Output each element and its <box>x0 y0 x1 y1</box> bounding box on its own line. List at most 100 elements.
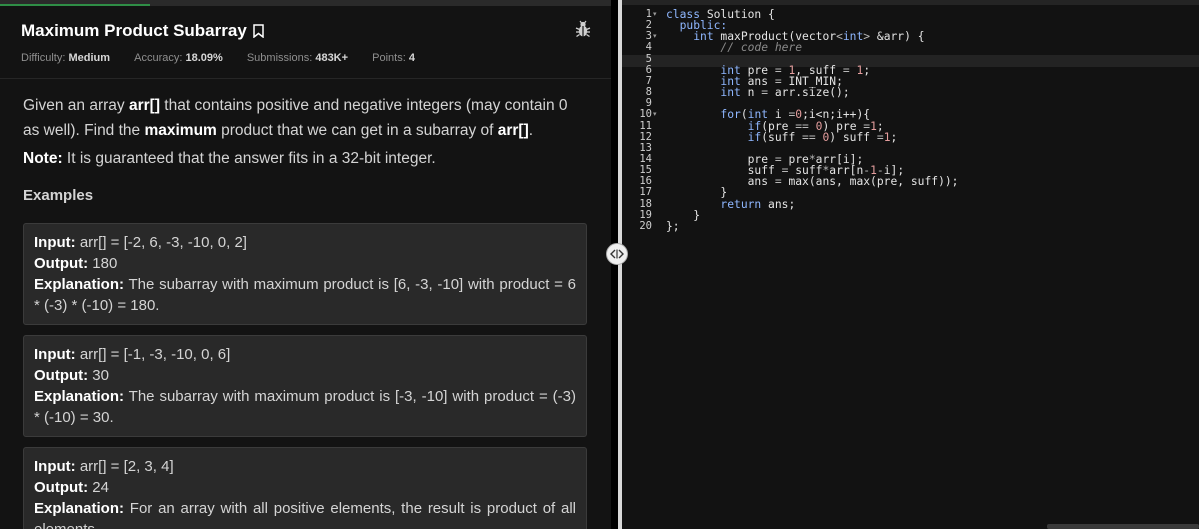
code-token: 1 <box>883 130 891 144</box>
explanation-label: Explanation: <box>34 276 125 293</box>
input-label: Input: <box>34 234 76 251</box>
meta-divider <box>0 78 611 79</box>
note-text: It is guaranteed that the answer fits in… <box>62 150 436 167</box>
points-label: Points: <box>372 52 406 64</box>
code-token: ; <box>863 63 871 77</box>
example-output: Output: 180 <box>34 253 576 274</box>
code-token: }; <box>666 219 680 233</box>
line-number: 17 <box>639 186 652 199</box>
bookmark-icon[interactable] <box>253 24 264 38</box>
submissions-label: Submissions: <box>246 52 313 64</box>
output-value: 180 <box>88 255 118 272</box>
points-value: 4 <box>408 52 415 64</box>
drag-arrows-icon <box>610 249 624 259</box>
accuracy-meta: Accuracy: 18.09% <box>134 52 223 64</box>
fold-arrow-icon[interactable]: ▾ <box>653 10 657 18</box>
input-value: arr[] = [-1, -3, -10, 0, 6] <box>75 346 231 363</box>
code-token: if <box>747 130 762 144</box>
code-token: = <box>842 63 850 77</box>
code-token: (suff <box>761 130 803 144</box>
submissions-value: 483K+ <box>315 52 349 64</box>
input-value: arr[] = [2, 3, 4] <box>75 458 174 475</box>
example-box: Input: arr[] = [-2, 6, -3, -10, 0, 2] Ou… <box>23 223 587 325</box>
input-label: Input: <box>34 458 76 475</box>
line-number: 11 <box>639 119 652 132</box>
example-output: Output: 24 <box>34 477 576 498</box>
horizontal-scrollbar[interactable] <box>1047 524 1199 529</box>
example-input: Input: arr[] = [-1, -3, -10, 0, 6] <box>34 344 576 365</box>
code-token: int <box>720 86 741 100</box>
code-token: &arr) { <box>870 30 925 44</box>
explanation-label: Explanation: <box>34 388 125 405</box>
code-token: max(ans, max(pre, suff)); <box>781 175 959 189</box>
code-token: = <box>876 130 884 144</box>
statement-text: product that we can get in a subarray of <box>216 122 498 139</box>
code-token: return <box>720 197 762 211</box>
note-label: Note: <box>23 150 63 167</box>
panel-tab-bar <box>0 0 611 6</box>
example-input: Input: arr[] = [-2, 6, -3, -10, 0, 2] <box>34 232 576 253</box>
examples-heading: Examples <box>23 187 94 204</box>
output-value: 24 <box>88 479 109 496</box>
code-token: == <box>802 130 816 144</box>
problem-title: Maximum Product Subarray <box>21 21 247 40</box>
code-token: int <box>842 30 864 44</box>
statement-text: Given an array <box>23 97 129 114</box>
problem-note: Note: It is guaranteed that the answer f… <box>23 150 436 168</box>
example-input: Input: arr[] = [2, 3, 4] <box>34 456 576 477</box>
problem-meta: Difficulty: Medium Accuracy: 18.09% Subm… <box>21 52 436 64</box>
code-line[interactable]: // code here <box>666 42 802 53</box>
bug-icon[interactable] <box>575 20 591 38</box>
statement-bold: arr[] <box>128 97 160 114</box>
code-line[interactable]: if(suff == 0) suff =1; <box>666 130 898 144</box>
accuracy-label: Accuracy: <box>134 52 183 64</box>
fold-arrow-icon[interactable]: ▾ <box>653 32 657 40</box>
code-token: < <box>836 30 843 44</box>
code-token: = <box>774 175 782 189</box>
code-token: // code here <box>720 41 803 55</box>
example-box: Input: arr[] = [2, 3, 4] Output: 24 Expl… <box>23 447 587 529</box>
statement-bold: arr[] <box>497 122 529 139</box>
explanation-label: Explanation: <box>34 500 125 517</box>
code-token: ans; <box>761 197 796 211</box>
submissions-meta: Submissions: 483K+ <box>247 52 348 64</box>
example-box: Input: arr[] = [-1, -3, -10, 0, 6] Outpu… <box>23 335 587 437</box>
input-label: Input: <box>34 346 76 363</box>
difficulty-label: Difficulty: <box>21 52 66 64</box>
code-token: n <box>740 86 762 100</box>
code-token: ; <box>890 130 898 144</box>
code-token: ) suff <box>829 130 877 144</box>
active-tab-indicator <box>0 4 150 6</box>
line-number: 20 <box>639 219 652 232</box>
code-line[interactable]: int n = arr.size(); <box>666 86 850 100</box>
input-value: arr[] = [-2, 6, -3, -10, 0, 2] <box>75 234 247 251</box>
example-output: Output: 30 <box>34 365 576 386</box>
output-label: Output: <box>34 479 89 496</box>
code-token: arr.size(); <box>768 86 850 100</box>
drag-handle-icon[interactable] <box>606 243 628 265</box>
example-explanation: Explanation: The subarray with maximum p… <box>34 274 576 316</box>
line-number: 4 <box>645 41 652 54</box>
problem-panel: Maximum Product Subarray Difficulty: Med… <box>0 0 611 529</box>
example-explanation: Explanation: The subarray with maximum p… <box>34 386 576 428</box>
points-meta: Points: 4 <box>372 52 415 64</box>
statement-text: . <box>528 122 534 139</box>
line-number-gutter: 1 ▾ 2 3 ▾ 4 5 6 7 8 9 10 ▾ 11 12 13 14 15 16 17 18 19 20 <box>622 5 659 529</box>
output-label: Output: <box>34 367 89 384</box>
code-line[interactable]: }; <box>666 221 680 232</box>
statement-bold: maximum <box>144 122 217 139</box>
title-row: Maximum Product Subarray <box>21 20 591 44</box>
line-number: 10 <box>639 108 652 121</box>
code-editor[interactable]: 1 ▾ 2 3 ▾ 4 5 6 7 8 9 10 ▾ 11 12 13 14 15 16 17 18 19 20 class… <box>622 0 1199 529</box>
code-area[interactable]: class Solution { public: int maxProduct(… <box>666 5 1199 529</box>
output-value: 30 <box>88 367 109 384</box>
output-label: Output: <box>34 255 89 272</box>
fold-arrow-icon[interactable]: ▾ <box>653 110 657 118</box>
problem-statement: Given an array arr[] that contains posit… <box>23 93 583 143</box>
difficulty-value: Medium <box>68 52 111 64</box>
difficulty-meta: Difficulty: Medium <box>21 52 110 64</box>
